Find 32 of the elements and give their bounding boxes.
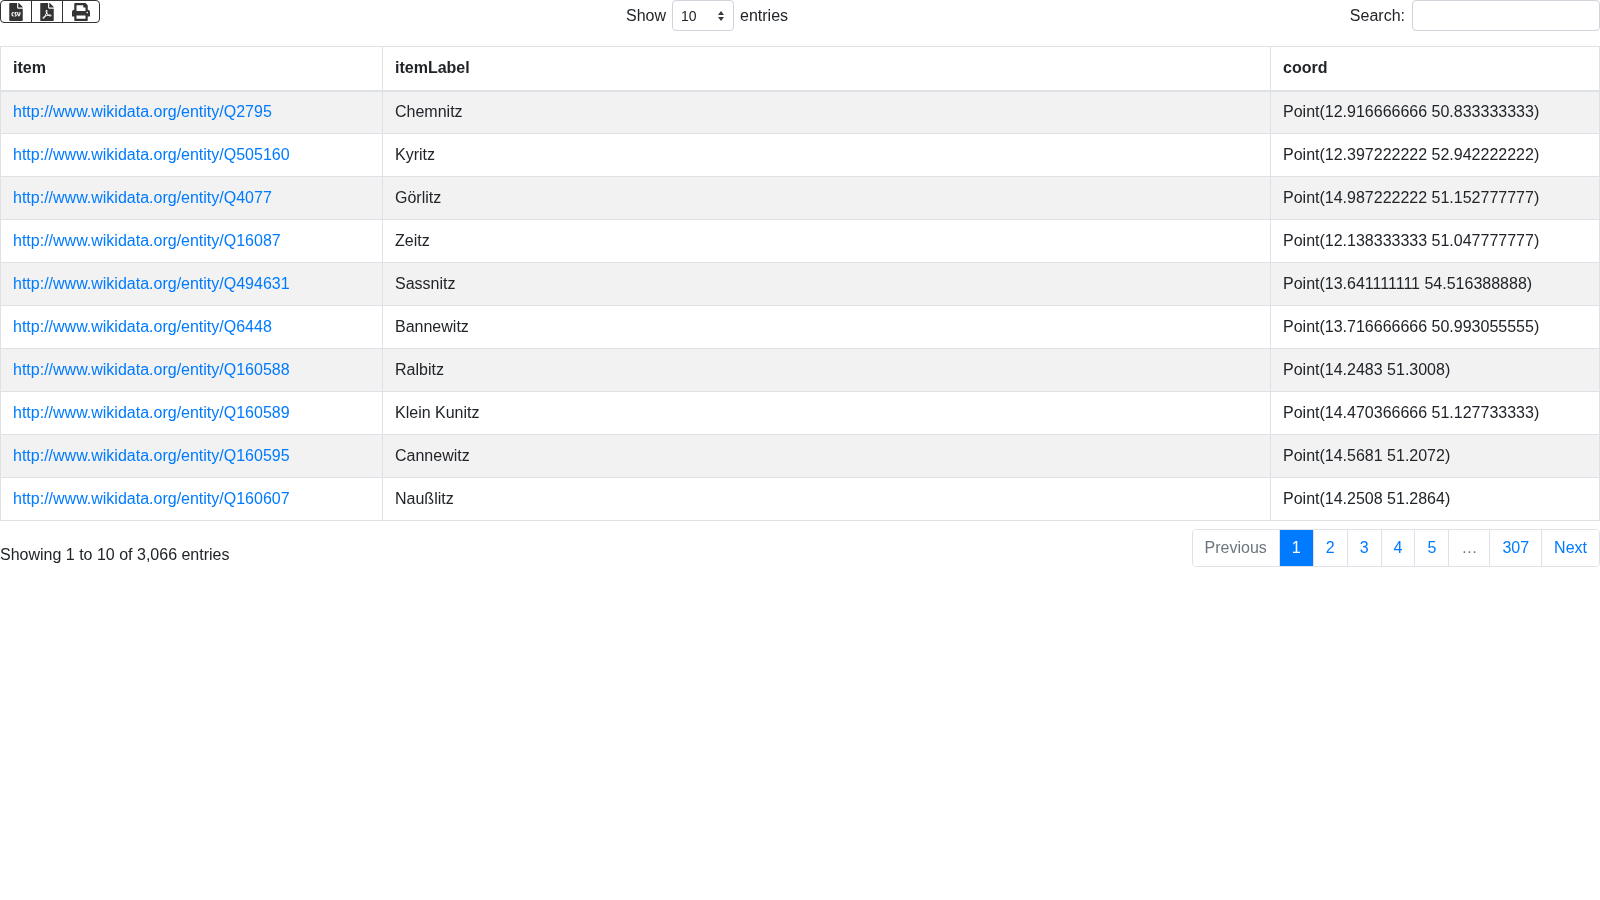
table-cell: Zeitz xyxy=(395,232,430,249)
entries-label: entries xyxy=(740,5,789,26)
table-cell: Görlitz xyxy=(395,189,442,206)
table-cell: Bannewitz xyxy=(395,318,469,335)
table-cell: Point(14.470366666 51.127733333) xyxy=(1283,404,1540,421)
table-cell: Klein Kunitz xyxy=(395,404,480,421)
column-header[interactable]: coord xyxy=(1270,46,1600,91)
table-cell: Ralbitz xyxy=(395,361,444,378)
table-cell: Point(14.2508 51.2864) xyxy=(1283,490,1451,507)
table-cell: Point(14.5681 51.2072) xyxy=(1283,447,1451,464)
table-cell: Point(13.641111111 54.516388888) xyxy=(1283,275,1533,292)
table-cell: Point(12.397222222 52.942222222) xyxy=(1283,146,1540,163)
table-cell: Point(13.716666666 50.993055555) xyxy=(1283,318,1540,335)
table-cell: Kyritz xyxy=(395,146,435,163)
table-cell: Chemnitz xyxy=(395,103,463,121)
table-cell: Point(14.987222222 51.152777777) xyxy=(1283,189,1540,206)
search-field[interactable] xyxy=(1412,0,1600,31)
table-cell: Point(14.2483 51.3008) xyxy=(1283,361,1451,378)
search-label: Search: xyxy=(1349,5,1405,26)
column-header[interactable]: item xyxy=(0,46,383,91)
sort-arrows-icon xyxy=(717,9,726,22)
show-label: Show xyxy=(626,5,667,26)
table-cell: Sassnitz xyxy=(395,275,456,292)
table-cell: Point(12.916666666 50.833333333) xyxy=(1283,103,1540,121)
entries-info: Showing 1 to 10 of 3,066 entries xyxy=(0,545,230,565)
page-link[interactable]: 1 xyxy=(1278,530,1313,566)
table-cell: Naußlitz xyxy=(395,490,454,507)
table-cell: Cannewitz xyxy=(395,447,470,464)
column-header[interactable]: itemLabel xyxy=(382,46,1271,91)
page-size-select[interactable]: 10 xyxy=(672,0,735,31)
table-cell: Point(12.138333333 51.047777777) xyxy=(1283,232,1540,249)
page-link[interactable]: Next xyxy=(1541,530,1599,566)
